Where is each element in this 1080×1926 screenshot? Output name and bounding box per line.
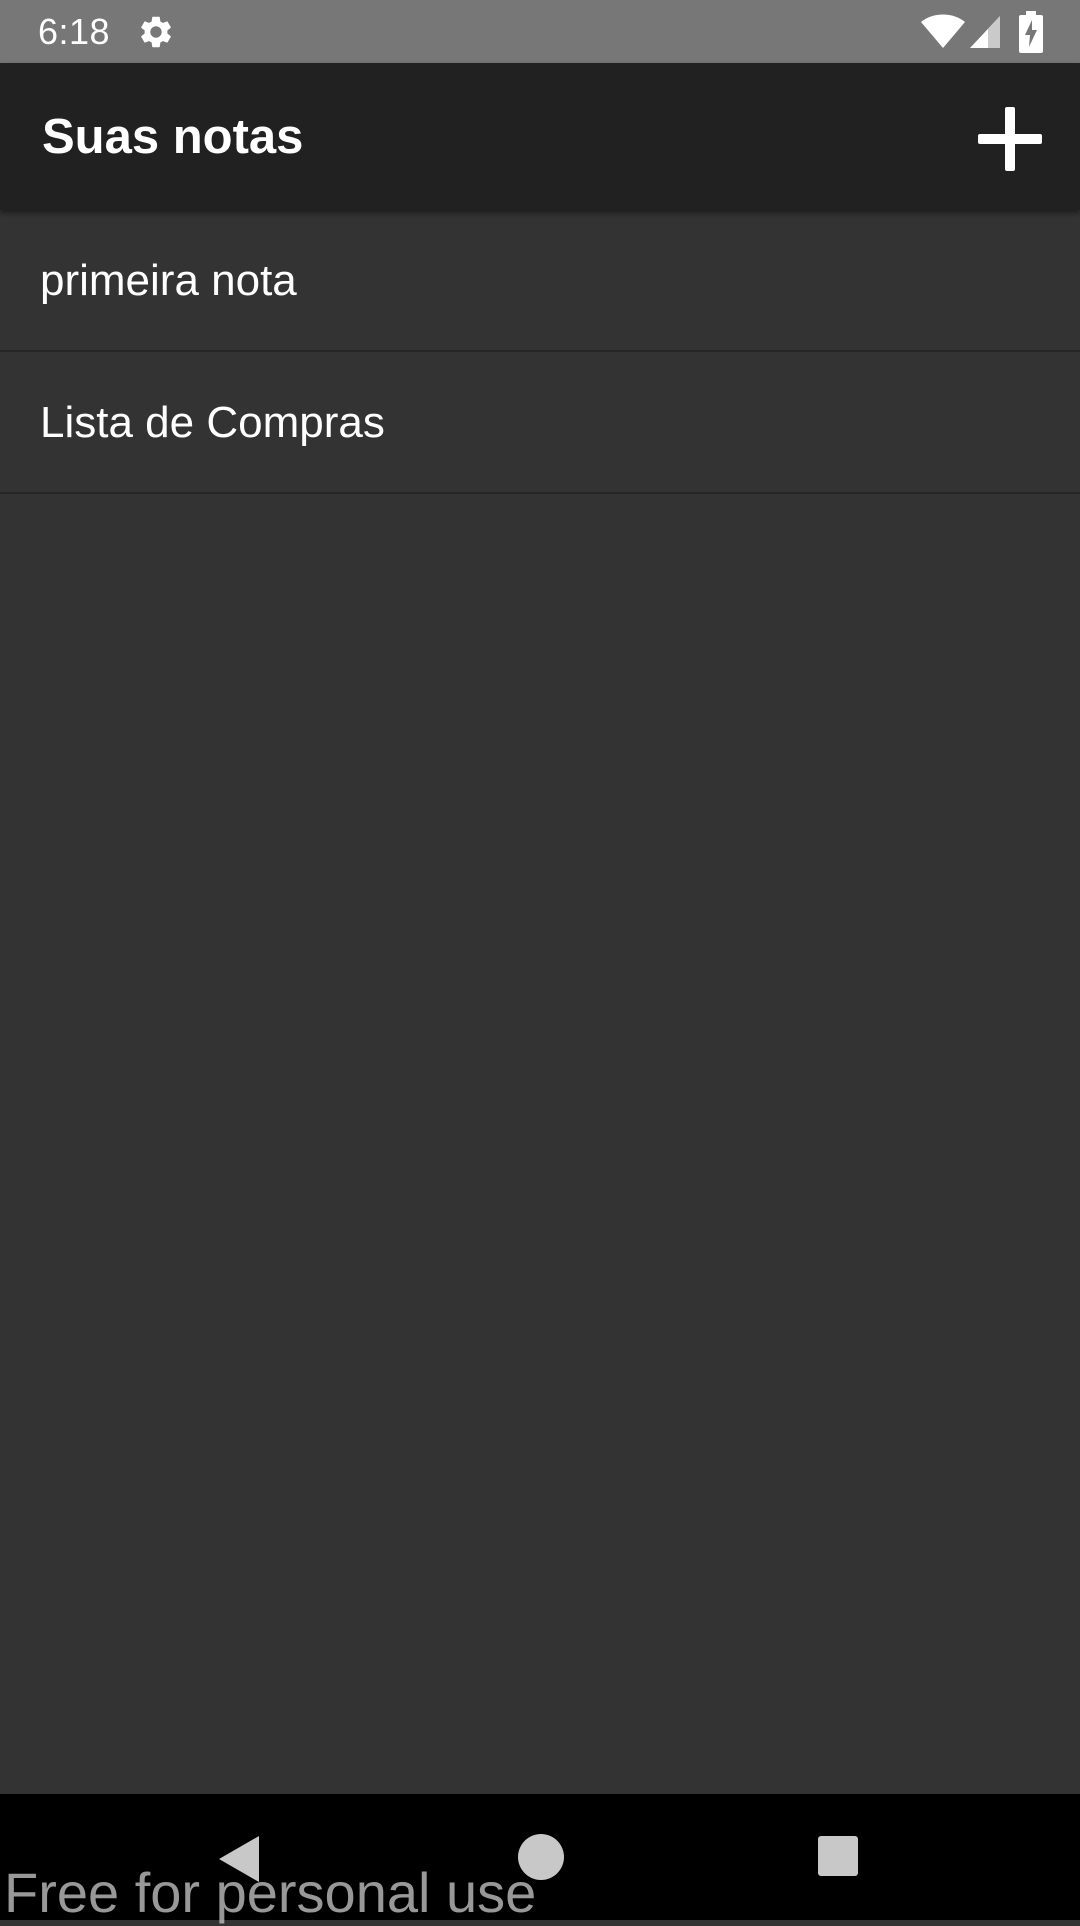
status-bar: 6:18 xyxy=(0,0,1080,63)
note-title: Lista de Compras xyxy=(40,398,385,447)
recents-icon[interactable] xyxy=(818,1836,858,1876)
add-note-button[interactable] xyxy=(970,99,1050,179)
note-title: primeira nota xyxy=(40,256,297,305)
wifi-icon xyxy=(920,14,966,50)
cell-signal-icon xyxy=(968,14,1002,50)
list-item[interactable]: primeira nota xyxy=(0,210,1080,352)
app-bar: Suas notas xyxy=(0,63,1080,210)
note-list: primeira nota Lista de Compras xyxy=(0,210,1080,494)
plus-icon xyxy=(978,107,1042,171)
status-time: 6:18 xyxy=(38,11,111,52)
gear-icon xyxy=(137,13,175,51)
battery-charging-icon xyxy=(1018,11,1044,53)
page-title: Suas notas xyxy=(42,110,304,164)
list-item[interactable]: Lista de Compras xyxy=(0,352,1080,494)
watermark: Free for personal use xyxy=(4,1861,537,1924)
